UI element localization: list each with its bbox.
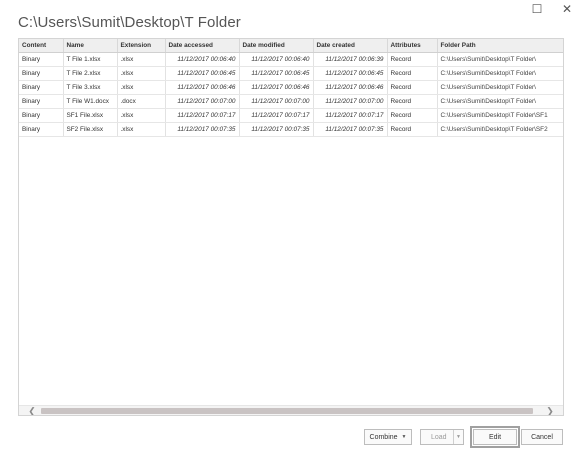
cell-content: Binary [19, 52, 64, 67]
cell-date-modified: 11/12/2017 00:06:45 [239, 66, 314, 81]
cell-folder-path: C:\Users\Sumit\Desktop\T Folder\ [437, 52, 563, 67]
cell-date-modified: 11/12/2017 00:06:46 [239, 80, 314, 95]
column-header[interactable]: Content [19, 39, 64, 53]
combine-button-label: Combine [369, 433, 398, 441]
cell-date-accessed: 11/12/2017 00:07:00 [165, 94, 240, 109]
cell-extension: .xlsx [117, 80, 166, 95]
cell-attributes: Record [387, 52, 438, 67]
cell-folder-path: C:\Users\Sumit\Desktop\T Folder\ [437, 80, 563, 95]
column-header[interactable]: Attributes [387, 39, 438, 53]
column-header[interactable]: Date created [313, 39, 388, 53]
column-header[interactable]: Folder Path [437, 39, 563, 53]
cell-content: Binary [19, 108, 64, 123]
dialog-footer: Combine ▼ Load ▼ Edit Cancel [0, 426, 582, 448]
cell-extension: .xlsx [117, 66, 166, 81]
cell-name: T File W1.docx [63, 94, 118, 109]
table-row[interactable]: Binary SF2 File.xlsx .xlsx 11/12/2017 00… [19, 122, 563, 137]
horizontal-scrollbar[interactable]: ❮ ❯ [19, 405, 563, 415]
cell-content: Binary [19, 80, 64, 95]
cell-extension: .docx [117, 94, 166, 109]
column-header[interactable]: Extension [117, 39, 166, 53]
cell-name: SF1 File.xlsx [63, 108, 118, 123]
dialog-title: C:\Users\Sumit\Desktop\T Folder [18, 14, 241, 31]
cancel-button[interactable]: Cancel [521, 429, 563, 445]
preview-table: Content Name Extension Date accessed Dat… [18, 38, 564, 416]
cell-date-accessed: 11/12/2017 00:06:40 [165, 52, 240, 67]
cell-date-created: 11/12/2017 00:06:46 [313, 80, 388, 95]
cell-date-modified: 11/12/2017 00:07:00 [239, 94, 314, 109]
cell-date-accessed: 11/12/2017 00:06:46 [165, 80, 240, 95]
cell-extension: .xlsx [117, 52, 166, 67]
cell-content: Binary [19, 66, 64, 81]
cell-attributes: Record [387, 122, 438, 137]
cell-attributes: Record [387, 108, 438, 123]
column-header[interactable]: Date modified [239, 39, 314, 53]
window-controls: ☐ ✕ [530, 2, 574, 16]
scroll-left-icon[interactable]: ❮ [25, 406, 39, 416]
cell-name: T File 1.xlsx [63, 52, 118, 67]
scrollbar-thumb[interactable] [41, 408, 533, 414]
cell-attributes: Record [387, 94, 438, 109]
cell-date-modified: 11/12/2017 00:07:17 [239, 108, 314, 123]
cell-date-accessed: 11/12/2017 00:07:35 [165, 122, 240, 137]
maximize-icon[interactable]: ☐ [530, 2, 544, 16]
cell-folder-path: C:\Users\Sumit\Desktop\T Folder\SF1 [437, 108, 563, 123]
cell-date-created: 11/12/2017 00:07:17 [313, 108, 388, 123]
cell-content: Binary [19, 122, 64, 137]
cell-name: T File 2.xlsx [63, 66, 118, 81]
scroll-right-icon[interactable]: ❯ [543, 406, 557, 416]
cancel-button-label: Cancel [531, 433, 553, 441]
load-button-label: Load [431, 433, 447, 441]
table-row[interactable]: Binary T File W1.docx .docx 11/12/2017 0… [19, 94, 563, 109]
close-icon[interactable]: ✕ [560, 2, 574, 16]
cell-date-created: 11/12/2017 00:06:39 [313, 52, 388, 67]
cell-date-accessed: 11/12/2017 00:06:45 [165, 66, 240, 81]
data-grid: Content Name Extension Date accessed Dat… [19, 39, 563, 137]
combine-button[interactable]: Combine ▼ [364, 429, 412, 445]
header-row: Content Name Extension Date accessed Dat… [19, 39, 563, 53]
cell-folder-path: C:\Users\Sumit\Desktop\T Folder\SF2 [437, 122, 563, 137]
chevron-down-icon: ▼ [401, 434, 407, 440]
chevron-down-icon[interactable]: ▼ [453, 430, 463, 444]
cell-attributes: Record [387, 80, 438, 95]
cell-extension: .xlsx [117, 122, 166, 137]
table-row[interactable]: Binary T File 1.xlsx .xlsx 11/12/2017 00… [19, 52, 563, 67]
cell-date-created: 11/12/2017 00:07:35 [313, 122, 388, 137]
cell-date-modified: 11/12/2017 00:07:35 [239, 122, 314, 137]
cell-name: T File 3.xlsx [63, 80, 118, 95]
load-button[interactable]: Load ▼ [420, 429, 464, 445]
column-header[interactable]: Date accessed [165, 39, 240, 53]
cell-extension: .xlsx [117, 108, 166, 123]
cell-date-modified: 11/12/2017 00:06:40 [239, 52, 314, 67]
column-header[interactable]: Name [63, 39, 118, 53]
cell-folder-path: C:\Users\Sumit\Desktop\T Folder\ [437, 94, 563, 109]
table-row[interactable]: Binary SF1 File.xlsx .xlsx 11/12/2017 00… [19, 108, 563, 123]
edit-button[interactable]: Edit [473, 429, 517, 445]
cell-date-created: 11/12/2017 00:06:45 [313, 66, 388, 81]
cell-date-accessed: 11/12/2017 00:07:17 [165, 108, 240, 123]
table-row[interactable]: Binary T File 2.xlsx .xlsx 11/12/2017 00… [19, 66, 563, 81]
cell-attributes: Record [387, 66, 438, 81]
cell-date-created: 11/12/2017 00:07:00 [313, 94, 388, 109]
edit-button-label: Edit [488, 433, 502, 441]
cell-folder-path: C:\Users\Sumit\Desktop\T Folder\ [437, 66, 563, 81]
cell-name: SF2 File.xlsx [63, 122, 118, 137]
table-row[interactable]: Binary T File 3.xlsx .xlsx 11/12/2017 00… [19, 80, 563, 95]
cell-content: Binary [19, 94, 64, 109]
